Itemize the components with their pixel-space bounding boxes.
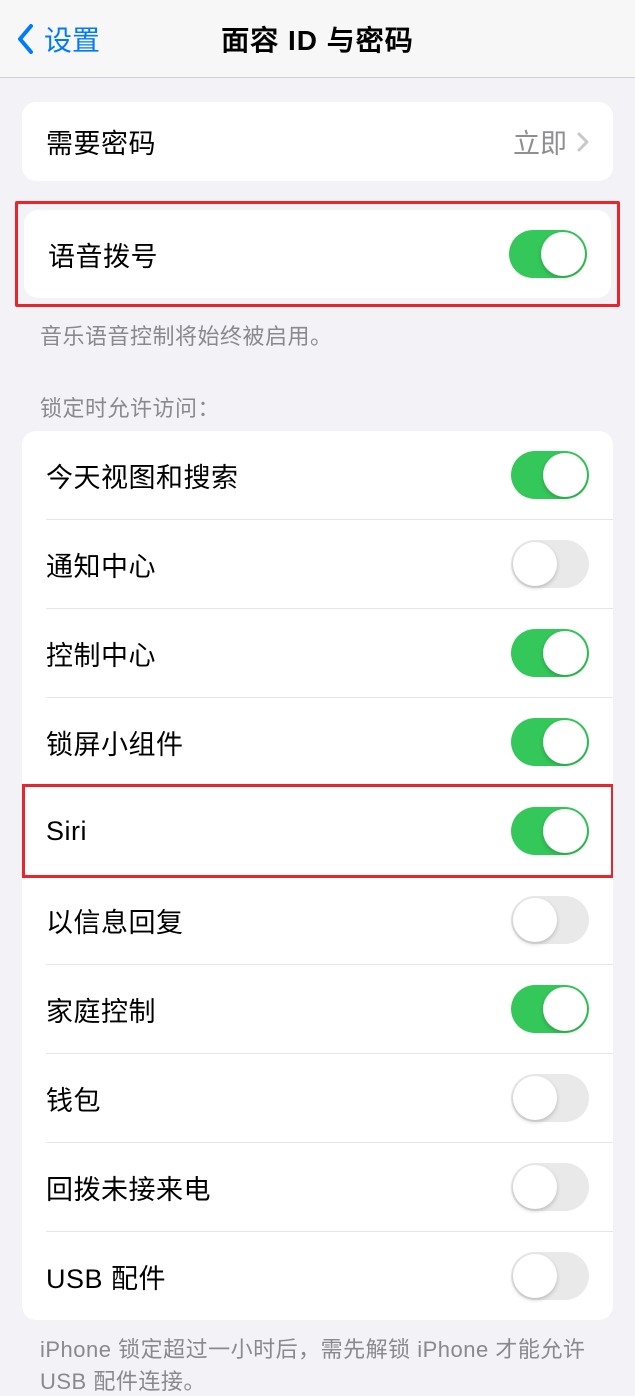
lock-access-label: 家庭控制 [46,990,156,1029]
voice-dial-toggle[interactable] [509,230,587,278]
lock-access-toggle[interactable] [511,1252,589,1300]
lock-access-label: USB 配件 [46,1257,166,1296]
require-passcode-label: 需要密码 [46,122,156,161]
lock-access-row: 控制中心 [46,608,613,697]
navigation-bar: 设置 面容 ID 与密码 [0,0,635,78]
lock-access-toggle[interactable] [511,540,589,588]
lock-access-row: 通知中心 [46,519,613,608]
lock-access-section: 今天视图和搜索通知中心控制中心锁屏小组件 Siri 以信息回复家庭控制钱包回拨未接来… [22,431,613,1320]
lock-access-toggle[interactable] [511,896,589,944]
lock-access-row: 回拨未接来电 [46,1142,613,1231]
lock-access-label: Siri [46,816,87,847]
lock-access-label: 锁屏小组件 [46,723,184,762]
require-passcode-row[interactable]: 需要密码 立即 [22,102,613,181]
lock-access-row: 今天视图和搜索 [22,431,613,519]
lock-access-row: 以信息回复 [46,875,613,964]
lock-access-row: 锁屏小组件 [46,697,613,786]
chevron-right-icon [577,132,589,152]
lock-access-toggle[interactable] [511,1163,589,1211]
lock-access-row: 家庭控制 [46,964,613,1053]
voice-dial-label: 语音拨号 [48,235,158,274]
lock-access-toggle[interactable] [511,718,589,766]
require-passcode-section: 需要密码 立即 [22,102,613,181]
chevron-left-icon [16,24,34,54]
lock-access-row: 钱包 [46,1053,613,1142]
lock-access-toggle[interactable] [511,807,589,855]
voice-dial-row: 语音拨号 [24,210,611,298]
lock-access-label: 回拨未接来电 [46,1168,211,1207]
lock-access-label: 通知中心 [46,545,156,584]
voice-dial-highlight: 语音拨号 [15,201,620,307]
lock-access-label: 今天视图和搜索 [46,456,239,495]
lock-access-toggle[interactable] [511,629,589,677]
require-passcode-value: 立即 [513,122,567,161]
lock-access-toggle[interactable] [511,451,589,499]
page-title: 面容 ID 与密码 [221,19,414,59]
lock-access-row: Siri [46,786,613,875]
back-label: 设置 [44,19,100,59]
lock-access-label: 以信息回复 [46,901,184,940]
back-button[interactable]: 设置 [10,19,100,59]
voice-dial-footer: 音乐语音控制将始终被启用。 [0,307,635,351]
lock-access-footer: iPhone 锁定超过一小时后，需先解锁 iPhone 才能允许 USB 配件连… [0,1320,635,1396]
voice-dial-section: 语音拨号 [24,210,611,298]
lock-access-toggle[interactable] [511,985,589,1033]
lock-access-label: 控制中心 [46,634,156,673]
lock-access-label: 钱包 [46,1079,101,1118]
lock-access-header: 锁定时允许访问： [0,351,635,431]
lock-access-row: USB 配件 [46,1231,613,1320]
lock-access-toggle[interactable] [511,1074,589,1122]
